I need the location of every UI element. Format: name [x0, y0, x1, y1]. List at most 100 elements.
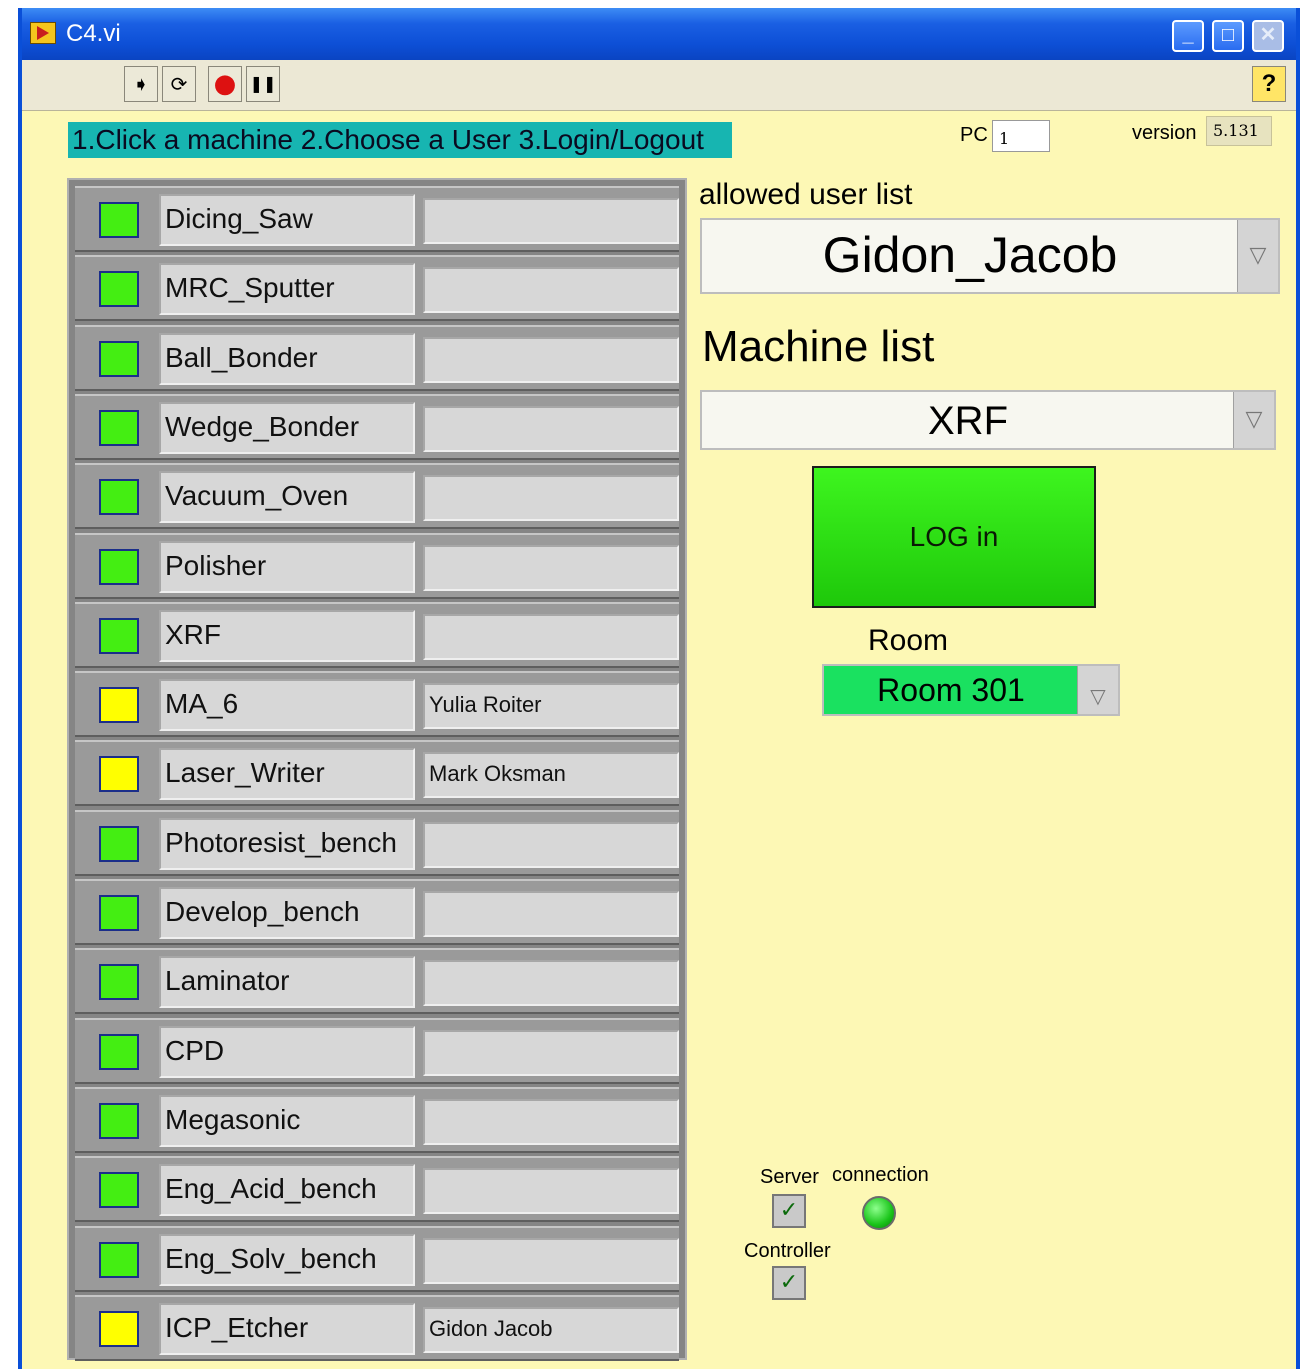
server-label: Server — [760, 1166, 819, 1188]
machine-status-led[interactable] — [99, 964, 139, 1001]
machine-name[interactable]: Photoresist_bench — [159, 817, 415, 870]
machine-status-led[interactable] — [99, 479, 139, 516]
machine-status-led[interactable] — [99, 687, 139, 724]
machine-name[interactable]: MRC_Sputter — [159, 263, 415, 316]
machine-name[interactable]: Ball_Bonder — [159, 332, 415, 385]
version-label: version — [1132, 122, 1197, 144]
run-continuously-icon[interactable]: ⟳ — [162, 66, 196, 102]
machine-row[interactable]: Megasonic — [75, 1086, 679, 1153]
machine-name[interactable]: CPD — [159, 1025, 415, 1078]
machine-row[interactable]: CPD — [75, 1017, 679, 1084]
machine-current-user — [423, 198, 679, 244]
machine-status-led[interactable] — [99, 1241, 139, 1278]
machine-name[interactable]: Laser_Writer — [159, 748, 415, 801]
pc-number-field[interactable]: 1 — [992, 120, 1050, 152]
machine-name[interactable]: Eng_Solv_bench — [159, 1233, 415, 1286]
machine-current-user — [423, 613, 679, 660]
login-button[interactable]: LOG in — [812, 466, 1096, 608]
machine-name[interactable]: Polisher — [159, 540, 415, 593]
machine-dropdown[interactable]: XRF ▽ — [700, 390, 1276, 450]
machine-status-led[interactable] — [99, 1310, 139, 1347]
machine-status-led[interactable] — [99, 756, 139, 793]
labview-vi-icon — [30, 22, 56, 44]
dropdown-arrow-icon[interactable]: ▽ — [1237, 220, 1278, 292]
selected-user: Gidon_Jacob — [822, 227, 1118, 283]
machine-status-led[interactable] — [99, 202, 139, 238]
run-arrow-icon[interactable]: ➧ — [124, 66, 158, 102]
machine-status-led[interactable] — [99, 1102, 139, 1139]
machine-row[interactable]: Develop_bench — [75, 879, 679, 945]
pc-label: PC — [960, 124, 988, 146]
machine-row[interactable]: Polisher — [75, 532, 679, 599]
machine-status-led[interactable] — [99, 271, 139, 308]
machine-row[interactable]: MA_6 Yulia Roiter — [75, 671, 679, 738]
title-bar[interactable]: C4.vi _ □ ✕ — [22, 8, 1296, 60]
abort-execution-icon[interactable]: ● — [208, 66, 242, 102]
machine-row[interactable]: ICP_Etcher Gidon Jacob — [75, 1294, 679, 1361]
machine-row[interactable]: Wedge_Bonder — [75, 393, 679, 460]
machine-row[interactable]: XRF — [75, 601, 679, 668]
machine-list-panel: Dicing_Saw MRC_Sputter Ball_Bonder Wedge_Bo… — [67, 178, 687, 1361]
help-icon[interactable]: ? — [1252, 66, 1286, 102]
machine-current-user — [423, 1029, 679, 1076]
machine-current-user — [423, 1237, 679, 1284]
machine-current-user — [423, 1098, 679, 1145]
controller-checkbox[interactable]: ✓ — [772, 1266, 806, 1300]
machine-status-led[interactable] — [99, 1172, 139, 1209]
machine-status-led[interactable] — [99, 1033, 139, 1070]
room-label: Room — [868, 624, 949, 657]
machine-current-user — [423, 267, 679, 314]
machine-row[interactable]: Photoresist_bench — [75, 809, 679, 876]
machine-name[interactable]: Wedge_Bonder — [159, 401, 415, 454]
machine-row[interactable]: Laser_Writer Mark Oksman — [75, 740, 679, 807]
close-button[interactable]: ✕ — [1252, 20, 1284, 52]
machine-status-led[interactable] — [99, 617, 139, 654]
machine-status-led[interactable] — [99, 409, 139, 446]
machine-current-user — [423, 960, 679, 1007]
machine-list-label: Machine list — [702, 322, 935, 371]
machine-name[interactable]: Develop_bench — [159, 887, 415, 939]
machine-current-user: Mark Oksman — [423, 752, 679, 799]
machine-current-user: Yulia Roiter — [423, 683, 679, 730]
minimize-button[interactable]: _ — [1172, 20, 1204, 52]
connection-label: connection — [832, 1164, 929, 1186]
machine-status-led[interactable] — [99, 340, 139, 377]
vi-toolbar: ➧ ⟳ ● ❚❚ ? — [22, 60, 1296, 111]
connection-led-indicator — [862, 1196, 896, 1230]
machine-row[interactable]: Laminator — [75, 948, 679, 1015]
controller-label: Controller — [744, 1240, 831, 1262]
app-window: C4.vi _ □ ✕ ➧ ⟳ ● ❚❚ ? 1.Click a machine… — [18, 8, 1300, 1369]
machine-name[interactable]: Dicing_Saw — [159, 194, 415, 246]
machine-row[interactable]: Ball_Bonder — [75, 324, 679, 391]
instructions-banner: 1.Click a machine 2.Choose a User 3.Logi… — [68, 122, 732, 158]
machine-current-user — [423, 336, 679, 383]
machine-row[interactable]: MRC_Sputter — [75, 255, 679, 322]
machine-row[interactable]: Eng_Solv_bench — [75, 1225, 679, 1292]
machine-name[interactable]: MA_6 — [159, 679, 415, 732]
machine-row[interactable]: Dicing_Saw — [75, 186, 679, 252]
machine-name[interactable]: Megasonic — [159, 1094, 415, 1147]
machine-current-user — [423, 821, 679, 868]
machine-status-led[interactable] — [99, 895, 139, 931]
dropdown-arrow-icon[interactable]: ▽ — [1077, 666, 1118, 714]
window-title: C4.vi — [66, 20, 121, 47]
allowed-user-dropdown[interactable]: Gidon_Jacob ▽ — [700, 218, 1280, 294]
server-checkbox[interactable]: ✓ — [772, 1194, 806, 1228]
machine-name[interactable]: Eng_Acid_bench — [159, 1164, 415, 1217]
machine-name[interactable]: Vacuum_Oven — [159, 471, 415, 524]
machine-current-user — [423, 475, 679, 522]
maximize-button[interactable]: □ — [1212, 20, 1244, 52]
pause-icon[interactable]: ❚❚ — [246, 66, 280, 102]
machine-status-led[interactable] — [99, 825, 139, 862]
machine-status-led[interactable] — [99, 548, 139, 585]
machine-name[interactable]: XRF — [159, 609, 415, 662]
machine-name[interactable]: Laminator — [159, 956, 415, 1009]
selected-machine: XRF — [928, 399, 1008, 443]
version-indicator: 5.131 — [1206, 116, 1272, 146]
dropdown-arrow-icon[interactable]: ▽ — [1233, 392, 1274, 448]
machine-row[interactable]: Eng_Acid_bench — [75, 1156, 679, 1223]
machine-name[interactable]: ICP_Etcher — [159, 1302, 415, 1355]
machine-current-user — [423, 891, 679, 937]
room-dropdown[interactable]: Room 301 ▽ — [822, 664, 1120, 716]
machine-row[interactable]: Vacuum_Oven — [75, 463, 679, 530]
